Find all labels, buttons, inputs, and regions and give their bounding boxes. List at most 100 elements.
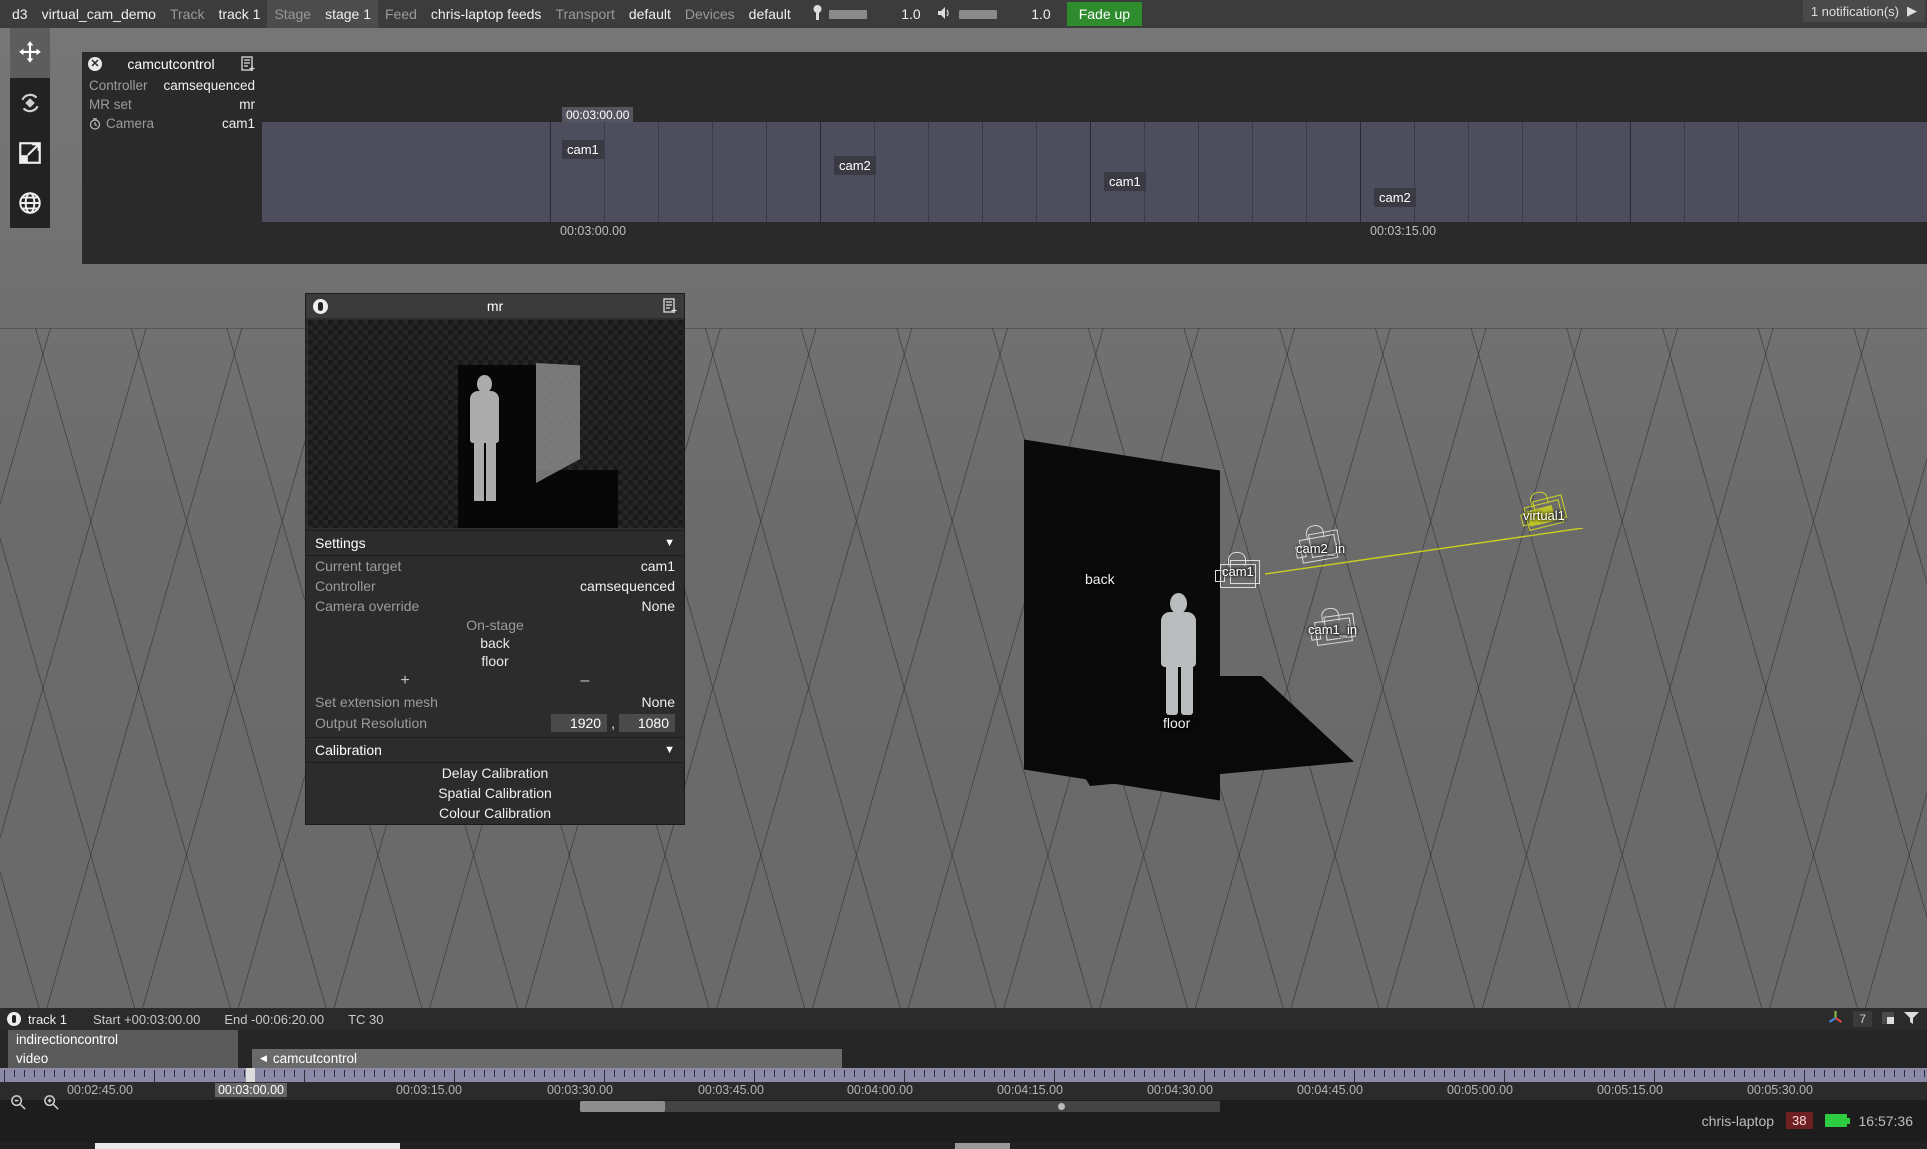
ruler-tick: [1694, 1070, 1695, 1077]
add-onstage-button[interactable]: +: [315, 672, 495, 690]
ruler-tick: [64, 1070, 65, 1077]
volume-value[interactable]: 1.0: [1003, 6, 1057, 22]
ruler-label-9: 00:05:00.00: [1447, 1083, 1513, 1097]
edit-document-icon[interactable]: [240, 56, 256, 72]
colour-calibration-button[interactable]: Colour Calibration: [306, 803, 684, 823]
camcut-mrset-value[interactable]: mr: [239, 97, 255, 112]
ruler-tick: [584, 1070, 585, 1077]
scrollbar-thumb[interactable]: [1058, 1103, 1065, 1110]
extension-mesh-value[interactable]: None: [642, 694, 675, 710]
close-icon[interactable]: ✕: [88, 57, 102, 71]
cut-grid-line: [1468, 122, 1469, 222]
transport-value[interactable]: default: [622, 6, 678, 22]
ruler-tick: [624, 1070, 625, 1077]
zoom-in-icon[interactable]: [43, 1094, 60, 1114]
status-track-name[interactable]: track 1: [28, 1012, 67, 1027]
volume-slider[interactable]: [959, 10, 997, 19]
devices-value[interactable]: default: [742, 6, 798, 22]
calibration-section-header[interactable]: Calibration ▼: [306, 737, 684, 763]
camcut-row-mrset[interactable]: MR set mr: [82, 95, 262, 114]
camcutcontrol-panel[interactable]: ✕ camcutcontrol Controller camsequenced …: [82, 52, 262, 264]
ruler-tick: [1854, 1070, 1855, 1077]
stage-group[interactable]: Stage stage 1: [267, 0, 378, 28]
row-extension-mesh[interactable]: Set extension mesh None: [306, 692, 684, 712]
output-resolution-width-field[interactable]: 1920: [551, 714, 607, 732]
chevron-left-icon[interactable]: ◀: [260, 1053, 267, 1064]
chevron-down-icon[interactable]: ▼: [664, 744, 675, 756]
notification-text: 1 notification(s): [1811, 4, 1899, 19]
performer-silhouette: [1150, 593, 1206, 713]
cut-marker-cam1-b[interactable]: cam1: [1104, 172, 1146, 191]
spatial-calibration-button[interactable]: Spatial Calibration: [306, 783, 684, 803]
camcut-timeline-ruler[interactable]: [262, 52, 1927, 122]
project-name[interactable]: virtual_cam_demo: [35, 6, 163, 22]
timeline-horizontal-scrollbar[interactable]: [580, 1101, 1220, 1112]
chevron-down-icon[interactable]: ▼: [664, 537, 675, 549]
scrollbar-knob[interactable]: [580, 1101, 665, 1112]
ruler-tick: [384, 1070, 385, 1077]
camcut-controller-value[interactable]: camsequenced: [163, 78, 255, 93]
delay-calibration-button[interactable]: Delay Calibration: [306, 763, 684, 783]
layer-row-indirectioncontrol[interactable]: indirectioncontrol: [0, 1030, 1927, 1049]
camcut-row-controller[interactable]: Controller camsequenced: [82, 76, 262, 95]
layer-label-video[interactable]: video: [8, 1049, 238, 1068]
output-resolution-height-field[interactable]: 1080: [619, 714, 675, 732]
ruler-tick-row[interactable]: [0, 1068, 1927, 1082]
settings-section-header[interactable]: Settings ▼: [306, 530, 684, 556]
timeline-playhead[interactable]: [246, 1068, 255, 1082]
info-icon[interactable]: [7, 1012, 21, 1026]
layer-label-indirectioncontrol[interactable]: indirectioncontrol: [8, 1030, 238, 1049]
cut-marker-cam1-a[interactable]: cam1: [562, 140, 604, 159]
brightness-slider[interactable]: [829, 10, 867, 19]
camera-override-value[interactable]: None: [642, 598, 675, 614]
camcut-camera-value[interactable]: cam1: [222, 116, 255, 131]
axis-gizmo-icon[interactable]: [1827, 1009, 1844, 1029]
ruler-tick: [714, 1070, 715, 1077]
layer-rows[interactable]: indirectioncontrol video ◀ camcutcontrol: [0, 1030, 1927, 1068]
layer-clip-camcutcontrol[interactable]: ◀ camcutcontrol: [252, 1049, 842, 1068]
onstage-item-floor[interactable]: floor: [306, 652, 684, 670]
camcut-clip-band[interactable]: [262, 122, 1927, 222]
track-value[interactable]: track 1: [211, 6, 267, 22]
row-camera-override[interactable]: Camera override None: [306, 596, 684, 616]
ruler-tick: [1444, 1070, 1445, 1077]
camcut-timeline[interactable]: 00:03:00.00 cam1 cam2 cam1 cam2 00:03:00…: [262, 52, 1927, 264]
cut-marker-cam2-a[interactable]: cam2: [834, 156, 876, 175]
remove-onstage-button[interactable]: –: [495, 672, 675, 690]
cut-grid-line: [1576, 122, 1577, 222]
row-controller[interactable]: Controller camsequenced: [306, 576, 684, 596]
controller-value[interactable]: camsequenced: [580, 578, 675, 594]
notification-arrow-icon[interactable]: ▶: [1907, 3, 1917, 19]
fade-up-button[interactable]: Fade up: [1067, 2, 1142, 26]
move-tool-button[interactable]: [10, 28, 50, 78]
timeline-ruler[interactable]: 00:02:45.00 00:03:00.00 00:03:15.00 00:0…: [0, 1068, 1927, 1100]
notification-banner[interactable]: 1 notification(s) ▶: [1803, 0, 1925, 22]
edit-document-icon[interactable]: [662, 298, 678, 314]
layer-row-video[interactable]: video ◀ camcutcontrol: [0, 1049, 1927, 1068]
mr-preview-image[interactable]: [308, 320, 684, 528]
globe-tool-button[interactable]: [10, 178, 50, 228]
feed-value[interactable]: chris-laptop feeds: [424, 6, 549, 22]
cut-marker-cam2-b[interactable]: cam2: [1374, 188, 1416, 207]
ruler-tick: [1354, 1070, 1355, 1082]
row-output-resolution[interactable]: Output Resolution 1920 , 1080: [306, 712, 684, 734]
zoom-out-icon[interactable]: [10, 1094, 27, 1114]
camcut-end-timecode: 00:03:15.00: [1370, 224, 1436, 238]
camcut-row-camera[interactable]: Camera cam1: [82, 114, 262, 133]
ruler-tick: [1584, 1070, 1585, 1077]
brightness-value[interactable]: 1.0: [873, 6, 927, 22]
onstage-item-back[interactable]: back: [306, 634, 684, 652]
layer-toggle-icon[interactable]: [1881, 1011, 1895, 1028]
app-name[interactable]: d3: [0, 6, 35, 22]
rotate-tool-button[interactable]: [10, 78, 50, 128]
scale-tool-button[interactable]: [10, 128, 50, 178]
stage-value[interactable]: stage 1: [318, 6, 378, 22]
ruler-tick: [324, 1070, 325, 1077]
row-current-target[interactable]: Current target cam1: [306, 556, 684, 576]
mr-set-panel[interactable]: mr Settings ▼ Current target cam1 Contro…: [305, 293, 685, 825]
ruler-tick: [1704, 1070, 1705, 1077]
feed-key-label: Feed: [378, 6, 424, 22]
filter-icon[interactable]: [1904, 1011, 1919, 1028]
current-target-value[interactable]: cam1: [641, 558, 675, 574]
info-icon[interactable]: [313, 299, 328, 314]
